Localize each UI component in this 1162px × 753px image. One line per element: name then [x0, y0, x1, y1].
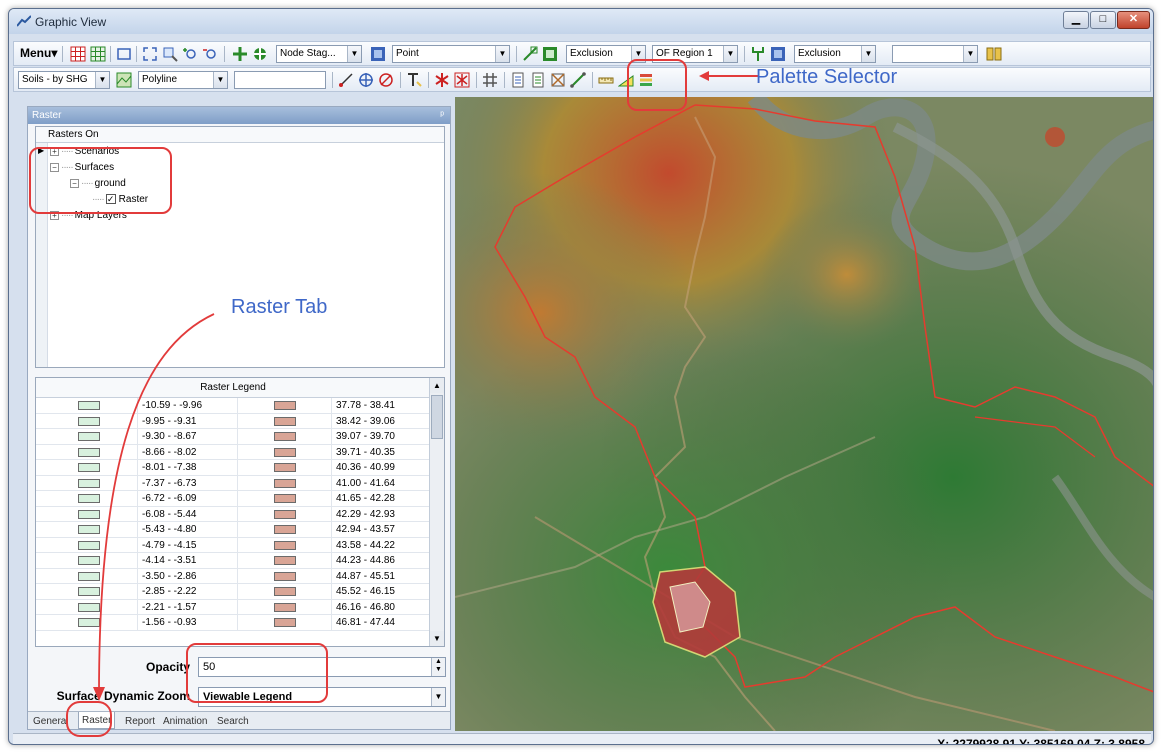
minimize-button[interactable]: ▁	[1063, 11, 1089, 29]
soils-combo[interactable]: Soils - by SHG ▼	[18, 71, 110, 89]
legend-swatch[interactable]	[274, 447, 296, 457]
panel-title: Raster	[32, 110, 62, 121]
legend-scrollbar[interactable]: ▲ ▼	[429, 378, 444, 646]
scroll-thumb[interactable]	[431, 395, 443, 439]
dropdown-icon[interactable]: ▼	[431, 688, 445, 706]
properties-highlight	[186, 643, 328, 703]
palette-arrow-icon	[699, 71, 759, 81]
measure-icon[interactable]	[570, 72, 586, 88]
legend-swatch[interactable]	[274, 463, 296, 472]
scroll-down-icon[interactable]: ▼	[430, 631, 444, 646]
surfaces-highlight	[29, 147, 172, 214]
grid-icon[interactable]	[70, 46, 86, 62]
legend-swatch[interactable]	[274, 432, 296, 441]
no-entry-icon[interactable]	[378, 72, 394, 88]
title-bar: Graphic View ▁ □ ✕	[9, 9, 1153, 34]
palette-selector-annotation: Palette Selector	[756, 66, 898, 88]
legend-swatch[interactable]	[274, 587, 296, 596]
text-tool-icon[interactable]	[406, 72, 422, 88]
tree-header: Rasters On	[36, 127, 444, 143]
scroll-up-icon[interactable]: ▲	[430, 378, 444, 393]
polyline-combo[interactable]: Polyline ▼	[138, 71, 228, 89]
panel-header: Raster ᵖ	[28, 107, 450, 124]
fork-icon[interactable]	[750, 46, 766, 62]
legend-range-high: 39.07 - 39.70	[332, 429, 430, 444]
tab-search[interactable]: Search	[214, 714, 252, 729]
asterisk-icon[interactable]	[434, 72, 450, 88]
raster-map-image	[455, 97, 1153, 731]
asterisk-box-icon[interactable]	[454, 72, 470, 88]
exclusion-combo-2[interactable]: Exclusion ▼	[794, 45, 876, 63]
legend-swatch[interactable]	[274, 494, 296, 503]
report-alt-icon[interactable]	[530, 72, 546, 88]
legend-swatch[interactable]	[274, 525, 296, 534]
window-title: Graphic View	[35, 15, 107, 29]
spin-buttons[interactable]: ▲ ▼	[431, 658, 445, 676]
text-field[interactable]	[234, 71, 326, 89]
zoom-out-icon[interactable]	[202, 46, 218, 62]
legend-range-high: 42.94 - 43.57	[332, 522, 430, 537]
map-tile-icon[interactable]	[116, 72, 132, 88]
map-canvas[interactable]	[455, 97, 1153, 731]
legend-swatch[interactable]	[274, 401, 296, 410]
legend-swatch[interactable]	[274, 618, 296, 627]
move-icon[interactable]	[252, 46, 268, 62]
coordinate-readout: X: 2279928.91 Y: 385169.04 Z: 3.8958	[937, 737, 1145, 745]
legend-range-high: 44.87 - 45.51	[332, 568, 430, 584]
zoom-in-icon[interactable]	[182, 46, 198, 62]
pin-icon[interactable]: ᵖ	[440, 107, 444, 124]
legend-range-high: 45.52 - 46.15	[332, 584, 430, 599]
legend-range-high: 46.16 - 46.80	[332, 599, 430, 615]
tab-report[interactable]: Report	[122, 714, 158, 729]
menu-button[interactable]: Menu▾	[20, 46, 57, 60]
status-bar: X: 2279928.91 Y: 385169.04 Z: 3.8958	[13, 733, 1151, 745]
graphic-view-window: Graphic View ▁ □ ✕ Menu▾ Node Stag... ▼ P…	[8, 8, 1154, 745]
columns-icon[interactable]	[986, 46, 1002, 62]
legend-range-high: 43.58 - 44.22	[332, 537, 430, 553]
zoom-extents-icon[interactable]	[142, 46, 158, 62]
palette-highlight	[627, 59, 687, 111]
legend-range-high: 41.00 - 41.64	[332, 475, 430, 491]
pan-icon[interactable]	[232, 46, 248, 62]
node-stage-combo[interactable]: Node Stag... ▼	[276, 45, 362, 63]
hash-grid-icon[interactable]	[482, 72, 498, 88]
legend-range-high: 39.71 - 40.35	[332, 444, 430, 460]
legend-swatch[interactable]	[274, 540, 296, 550]
draw-line-icon[interactable]	[338, 72, 354, 88]
legend-swatch[interactable]	[274, 509, 296, 519]
legend-range-high: 42.29 - 42.93	[332, 506, 430, 522]
close-button[interactable]: ✕	[1117, 11, 1150, 29]
crosshair-icon[interactable]	[358, 72, 374, 88]
main-toolbar: Menu▾ Node Stag... ▼ Point ▼ Exclusion ▼ OF…	[13, 41, 1151, 66]
legend-range-high: 40.36 - 40.99	[332, 460, 430, 475]
rectangle-select-icon[interactable]	[116, 46, 132, 62]
blue-square-icon[interactable]	[770, 46, 786, 62]
ruler-icon[interactable]	[598, 72, 614, 88]
point-combo[interactable]: Point ▼	[392, 45, 510, 63]
legend-range-high: 38.42 - 39.06	[332, 413, 430, 429]
legend-range-high: 37.78 - 38.41	[332, 398, 430, 413]
cross-box-icon[interactable]	[550, 72, 566, 88]
zoom-window-icon[interactable]	[162, 46, 178, 62]
green-square-icon[interactable]	[542, 46, 558, 62]
legend-swatch[interactable]	[274, 571, 296, 581]
link-select-icon[interactable]	[522, 46, 538, 62]
legend-swatch[interactable]	[274, 556, 296, 565]
legend-swatch[interactable]	[274, 478, 296, 488]
blank-combo[interactable]: ▼	[892, 45, 978, 63]
legend-range-high: 44.23 - 44.86	[332, 553, 430, 568]
legend-range-high: 41.65 - 42.28	[332, 491, 430, 506]
maximize-button[interactable]: □	[1090, 11, 1116, 29]
grid-alt-icon[interactable]	[90, 46, 106, 62]
layer-square-icon[interactable]	[370, 46, 386, 62]
raster-tab-highlight	[66, 701, 112, 737]
legend-range-high: 46.81 - 47.44	[332, 615, 430, 630]
legend-swatch[interactable]	[274, 416, 296, 426]
secondary-toolbar: Soils - by SHG ▼ Polyline ▼	[13, 67, 1151, 92]
raster-tab-annotation: Raster Tab	[231, 296, 328, 318]
legend-swatch[interactable]	[274, 602, 296, 612]
report-icon[interactable]	[510, 72, 526, 88]
graph-icon	[17, 15, 31, 27]
tab-animation[interactable]: Animation	[160, 714, 210, 729]
